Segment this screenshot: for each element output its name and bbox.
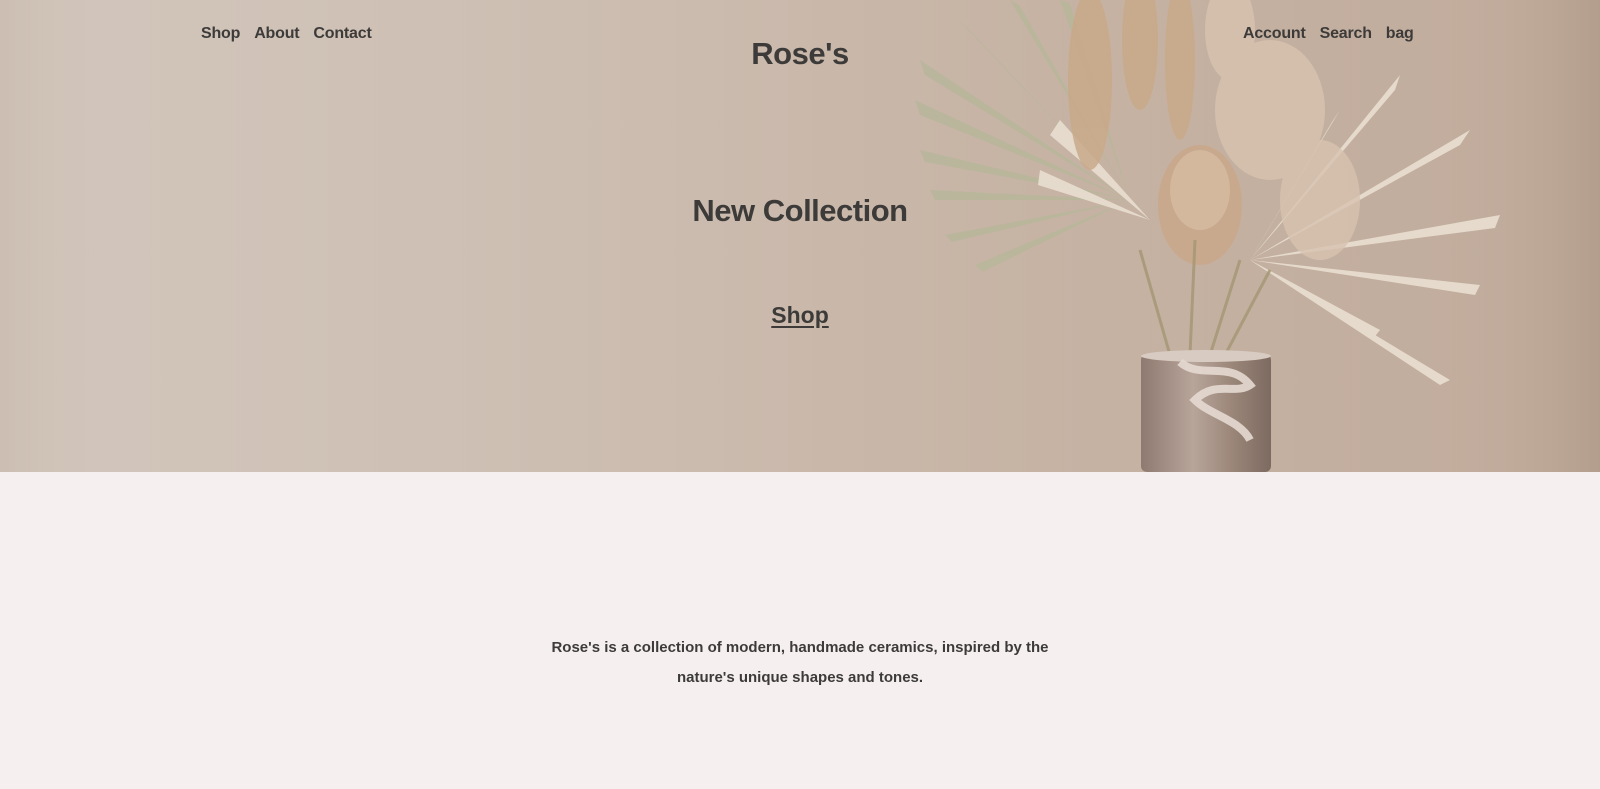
nav-about-link[interactable]: About (254, 25, 299, 43)
nav-contact-link[interactable]: Contact (313, 25, 371, 43)
hero-cta-container: Shop (0, 302, 1600, 329)
account-link[interactable]: Account (1243, 25, 1306, 43)
hero-section: Shop About Contact Rose's Account Search… (0, 0, 1600, 472)
hero-title: New Collection (692, 193, 908, 228)
primary-nav: Shop About Contact (201, 25, 372, 43)
bag-link[interactable]: bag (1386, 25, 1414, 43)
hero-shop-link[interactable]: Shop (771, 302, 829, 328)
search-link[interactable]: Search (1320, 25, 1372, 43)
intro-section: Rose's is a collection of modern, handma… (0, 633, 1600, 693)
hero-image (0, 0, 1600, 472)
intro-text: Rose's is a collection of modern, handma… (551, 639, 1049, 686)
utility-nav: Account Search bag (1243, 25, 1414, 43)
nav-shop-link[interactable]: Shop (201, 25, 240, 43)
